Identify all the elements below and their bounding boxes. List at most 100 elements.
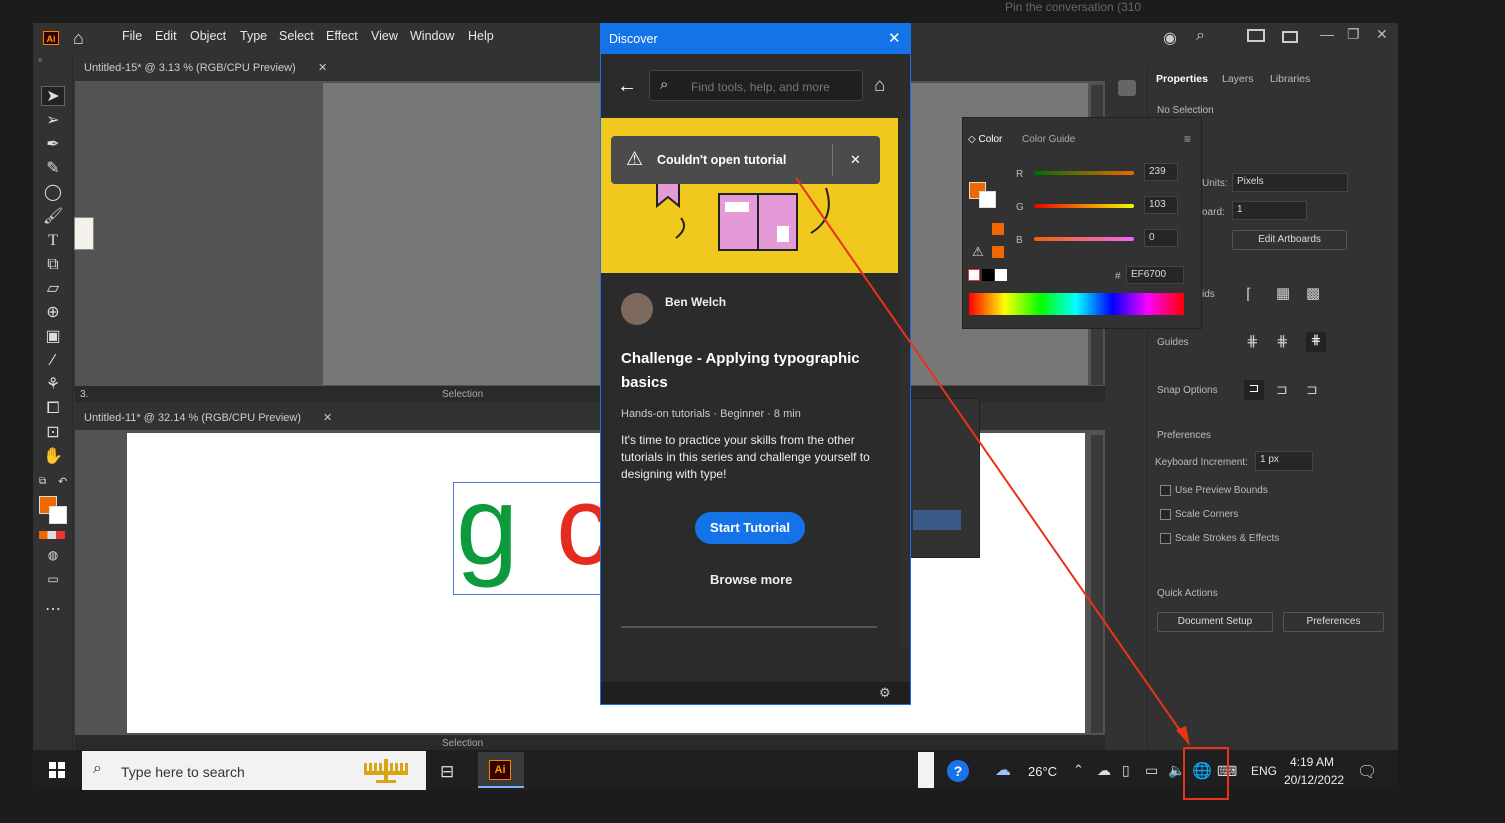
network-globe-icon[interactable]: 🌐	[1192, 761, 1212, 781]
home-icon[interactable]: ⌂	[73, 28, 84, 49]
document-setup-button[interactable]: Document Setup	[1157, 612, 1273, 632]
out-of-web-swatch[interactable]	[992, 223, 1004, 235]
volume-icon[interactable]: 🔈	[1168, 762, 1185, 779]
color-spectrum[interactable]	[969, 293, 1184, 315]
task-view-icon[interactable]: ⊟	[440, 762, 454, 782]
user-icon[interactable]: ◉	[1163, 28, 1177, 48]
pen-tool-icon[interactable]: ✒	[41, 135, 65, 155]
discover-scrollbar[interactable]	[900, 118, 909, 648]
scale-tool-icon[interactable]: ⧉	[41, 255, 65, 275]
restore-icon[interactable]: ❐	[1347, 26, 1360, 43]
keyboard-icon[interactable]: ⌨	[1217, 763, 1237, 780]
gradient-tool-icon[interactable]: ▣	[41, 327, 65, 347]
g-value-input[interactable]: 103	[1144, 196, 1178, 214]
notifications-icon[interactable]: 🗨	[1357, 762, 1377, 782]
black-swatch[interactable]	[982, 269, 994, 281]
menu-edit[interactable]: Edit	[155, 29, 177, 43]
doc1-close-icon[interactable]: ✕	[318, 61, 327, 74]
ellipse-tool-icon[interactable]: ◯	[41, 183, 65, 203]
direct-selection-tool-icon[interactable]: ➢	[41, 111, 65, 131]
doc1-zoom[interactable]: 3.	[80, 389, 88, 400]
menu-help[interactable]: Help	[468, 29, 494, 43]
discover-close-icon[interactable]: ✕	[888, 29, 901, 47]
white-swatch[interactable]	[995, 269, 1007, 281]
use-preview-bounds-checkbox[interactable]	[1160, 485, 1171, 496]
discover-home-icon[interactable]: ⌂	[874, 75, 885, 97]
color-modes-icon[interactable]	[39, 531, 65, 539]
back-arrow-icon[interactable]: ←	[617, 75, 637, 98]
none-swatch[interactable]	[968, 269, 980, 281]
hanukkah-menorah-icon[interactable]	[356, 755, 416, 785]
taskbar-scroll-widget[interactable]	[918, 752, 934, 788]
color-tab[interactable]: ◇ Color	[968, 134, 1002, 145]
hand-tool-icon[interactable]: ✋	[41, 447, 65, 467]
curvature-tool-icon[interactable]: ✎	[41, 159, 65, 179]
help-icon[interactable]: ?	[947, 760, 969, 782]
keyboard-increment-input[interactable]: 1 px	[1255, 451, 1313, 471]
weather-cloud-icon[interactable]: ☁	[995, 760, 1011, 780]
browse-more-link[interactable]: Browse more	[710, 572, 792, 587]
units-select[interactable]: Pixels	[1232, 173, 1348, 192]
battery-icon[interactable]: ▭	[1145, 762, 1158, 779]
minimize-icon[interactable]: —	[1320, 26, 1334, 42]
hex-input[interactable]: EF6700	[1126, 266, 1184, 284]
language-indicator[interactable]: ENG	[1251, 764, 1277, 778]
out-of-gamut-swatch[interactable]	[992, 246, 1004, 258]
weather-temperature[interactable]: 26°C	[1028, 764, 1057, 779]
arrange-documents-icon[interactable]	[1247, 29, 1265, 42]
clock-date[interactable]: 20/12/2022	[1284, 773, 1344, 787]
r-slider[interactable]	[1034, 171, 1134, 175]
screen-mode-icon[interactable]: ▭	[41, 569, 65, 589]
symbol-sprayer-icon[interactable]: ⧠	[41, 399, 65, 419]
tab-layers[interactable]: Layers	[1222, 73, 1254, 85]
snap-glyph-icon[interactable]: ⊐	[1306, 381, 1318, 398]
menu-object[interactable]: Object	[190, 29, 226, 43]
type-tool-icon[interactable]: T	[41, 231, 65, 251]
menu-effect[interactable]: Effect	[326, 29, 358, 43]
show-guides-icon[interactable]: ⋕	[1246, 332, 1259, 350]
swap-colors-icon[interactable]: ↶	[58, 475, 67, 488]
menu-window[interactable]: Window	[410, 29, 454, 43]
show-hidden-icons[interactable]: ⌃	[1073, 762, 1084, 778]
discover-settings-icon[interactable]: ⚙	[879, 685, 891, 701]
edit-artboards-button[interactable]: Edit Artboards	[1232, 230, 1347, 250]
eyedropper-tool-icon[interactable]: ⁄	[41, 351, 65, 371]
r-value-input[interactable]: 239	[1144, 163, 1178, 181]
shape-builder-icon[interactable]: ⊕	[41, 303, 65, 323]
windows-start-icon[interactable]	[49, 762, 65, 778]
clock-time[interactable]: 4:19 AM	[1290, 755, 1334, 769]
b-slider[interactable]	[1034, 237, 1134, 241]
device-icon[interactable]: ▯	[1122, 762, 1130, 779]
eraser-tool-icon[interactable]: ▱	[41, 279, 65, 299]
selection-tool-icon[interactable]: ➤	[41, 86, 65, 106]
g-slider[interactable]	[1034, 204, 1134, 208]
artwork-letter-g[interactable]: g	[456, 470, 518, 582]
b-value-input[interactable]: 0	[1144, 229, 1178, 247]
grid-icon[interactable]: ▦	[1276, 284, 1290, 302]
comments-icon[interactable]	[1118, 80, 1136, 96]
snap-pixel-icon[interactable]: ⊐	[1276, 381, 1288, 398]
menu-type[interactable]: Type	[240, 29, 267, 43]
artwork-letter-o[interactable]: c	[556, 470, 601, 582]
tab-properties[interactable]: Properties	[1156, 73, 1208, 85]
draw-mode-icon[interactable]: ◍	[41, 545, 65, 565]
doc2-vscrollbar[interactable]	[1091, 435, 1103, 733]
menu-view[interactable]: View	[371, 29, 398, 43]
scale-strokes-checkbox[interactable]	[1160, 533, 1171, 544]
color-panel-menu-icon[interactable]: ≡	[1184, 132, 1191, 146]
workspace-icon[interactable]	[1282, 31, 1298, 43]
artboard-tool-icon[interactable]: ⊡	[41, 423, 65, 443]
more-tools-icon[interactable]: ⋯	[41, 600, 65, 620]
menu-file[interactable]: File	[122, 29, 142, 43]
rulers-icon[interactable]: ⌈	[1246, 285, 1252, 303]
tab-libraries[interactable]: Libraries	[1270, 73, 1310, 85]
paintbrush-tool-icon[interactable]: 🖌	[41, 207, 65, 227]
collapse-icon[interactable]: »	[38, 55, 42, 64]
onedrive-icon[interactable]: ☁	[1097, 762, 1111, 779]
search-icon[interactable]: ⌕	[1196, 27, 1205, 45]
preferences-button[interactable]: Preferences	[1283, 612, 1384, 632]
snap-point-icon[interactable]: ⊐	[1244, 380, 1264, 400]
transparency-grid-icon[interactable]: ▩	[1306, 284, 1320, 302]
doc2-close-icon[interactable]: ✕	[323, 411, 332, 424]
lock-guides-icon[interactable]: ⋕	[1276, 332, 1289, 350]
